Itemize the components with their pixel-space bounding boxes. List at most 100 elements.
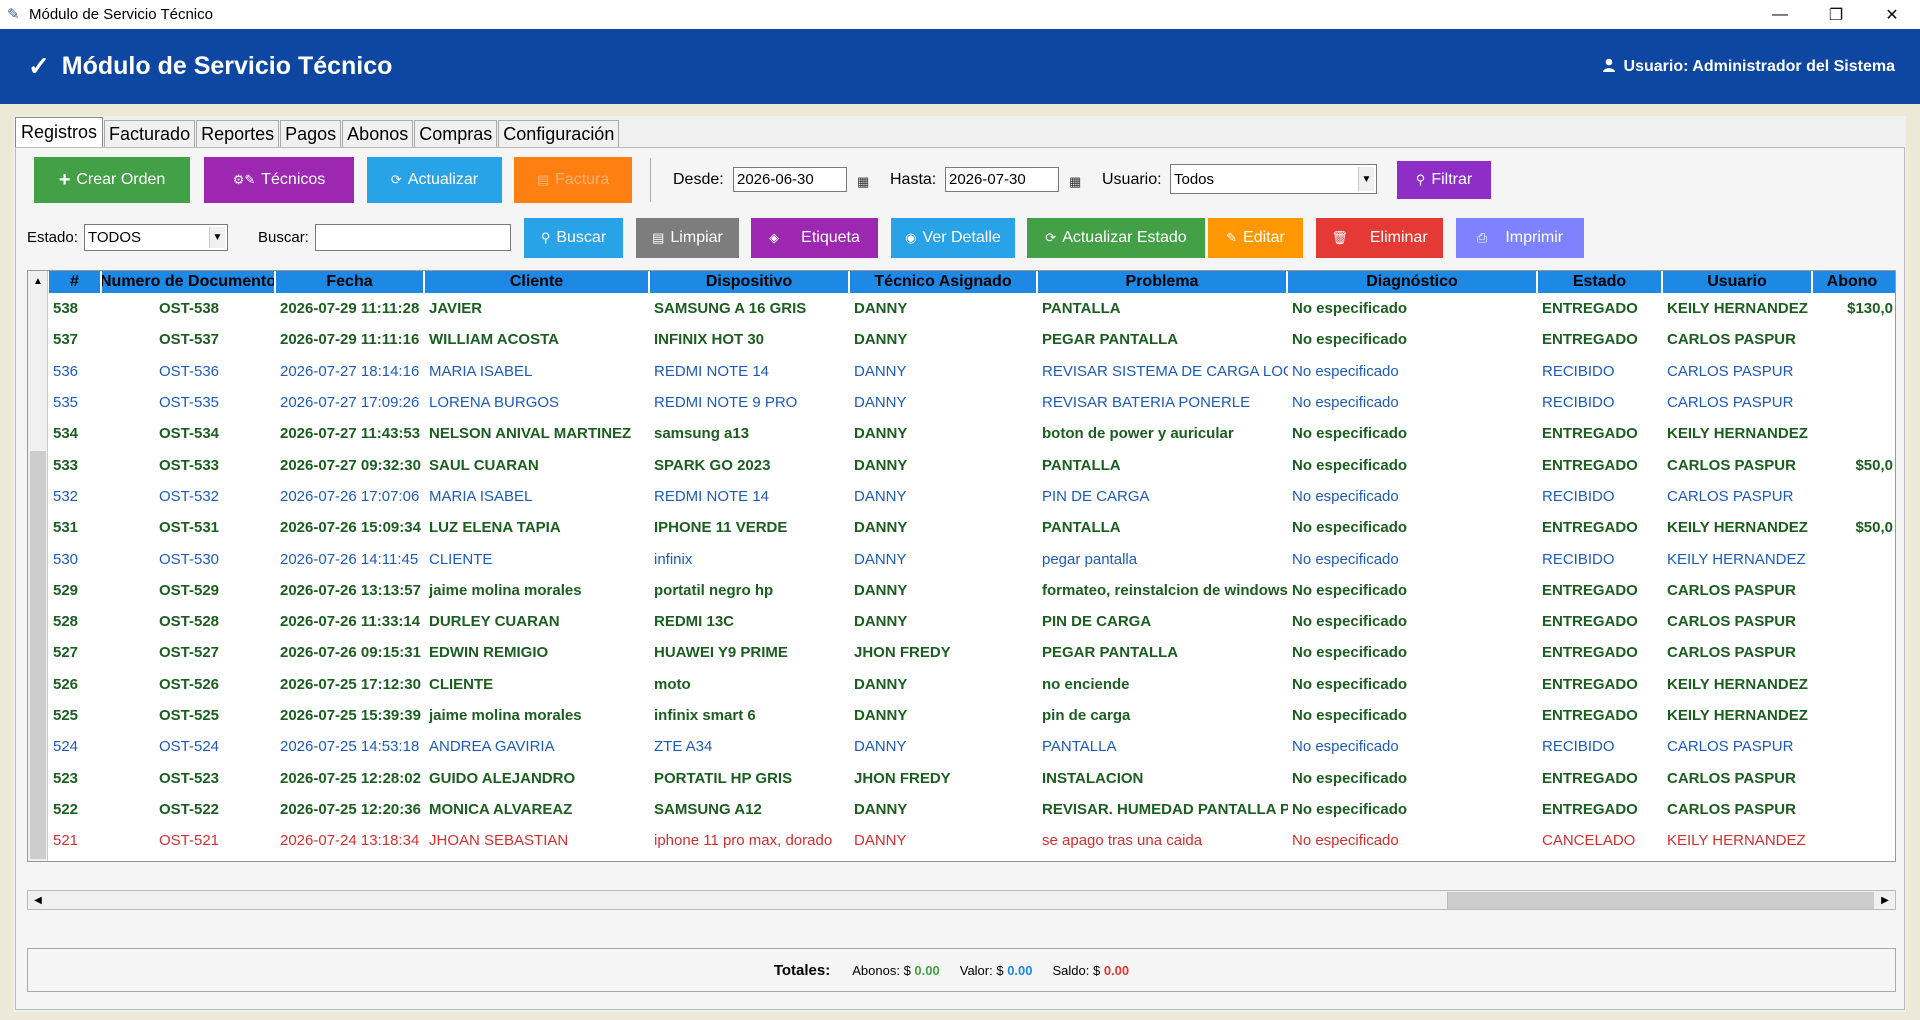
table-row[interactable]: 529 OST-529 2026-07-26 13:13:57 jaime molin…: [49, 575, 1895, 606]
minimize-button[interactable]: —: [1752, 0, 1808, 29]
col-diagnostico-cell: No especificado: [1292, 362, 1399, 380]
calendar-icon[interactable]: ▦: [1069, 174, 1081, 190]
col-diagnostico-cell: No especificado: [1292, 769, 1408, 787]
tab-compras[interactable]: Compras: [414, 120, 498, 147]
col-documento-cell: OST-521: [158, 832, 220, 850]
table-row[interactable]: 525 OST-525 2026-07-25 15:39:39 jaime molin…: [49, 700, 1895, 731]
tab-abonos[interactable]: Abonos: [342, 120, 414, 147]
tab-configuracion[interactable]: Configuración: [498, 120, 620, 147]
col-problema-cell: PEGAR PANTALLA: [1042, 644, 1179, 662]
table-row[interactable]: 524 OST-524 2026-07-25 14:53:18 ANDREA GAVI…: [49, 731, 1895, 762]
chevron-down-icon[interactable]: ▼: [1358, 167, 1374, 191]
col-fecha-header[interactable]: Fecha: [276, 271, 425, 293]
table-row[interactable]: 528 OST-528 2026-07-26 11:33:14 DURLEY CUAR…: [49, 606, 1895, 637]
hasta-date-input[interactable]: 2026-07-30: [945, 167, 1059, 192]
col-diagnostico-header[interactable]: Diagnóstico: [1288, 271, 1538, 293]
usuario-label: Usuario:: [1102, 171, 1162, 188]
etiqueta-button[interactable]: ◈ Etiqueta: [751, 218, 878, 258]
col-number-header[interactable]: #: [49, 271, 102, 293]
limpiar-button[interactable]: ▤ Limpiar: [636, 218, 739, 258]
col-cliente-header[interactable]: Cliente: [425, 271, 650, 293]
plus-icon: +: [58, 168, 71, 191]
table-row[interactable]: 538 OST-538 2026-07-29 11:11:28 JAVIER SAMSU…: [49, 293, 1895, 324]
horizontal-scroll-track[interactable]: [48, 892, 1448, 909]
window-title: Módulo de Servicio Técnico: [29, 6, 213, 23]
usuario-select[interactable]: Todos ▼: [1170, 164, 1377, 194]
col-dispositivo-cell: portatil negro hp: [654, 581, 774, 599]
desde-date-input[interactable]: 2026-06-30: [733, 167, 847, 192]
filtrar-button[interactable]: ⚲ Filtrar: [1397, 161, 1491, 199]
vertical-scroll-thumb[interactable]: [30, 451, 46, 859]
col-diagnostico-cell: No especificado: [1292, 487, 1399, 505]
scroll-left-icon[interactable]: ◀: [28, 891, 48, 909]
col-fecha-cell: 2026-07-24 13:18:34: [280, 832, 420, 850]
col-dispositivo-header[interactable]: Dispositivo: [650, 271, 850, 293]
col-fecha-cell: 2026-07-27 18:14:16: [280, 362, 420, 380]
horizontal-scroll-thumb[interactable]: [1448, 892, 1874, 909]
table-row[interactable]: 527 OST-527 2026-07-26 09:15:31 EDWIN REMIG…: [49, 637, 1895, 668]
tab-facturado[interactable]: Facturado: [104, 120, 196, 147]
col-abono-header[interactable]: Abono: [1813, 271, 1895, 293]
table-row[interactable]: 530 OST-530 2026-07-26 14:11:45 CLIENTE infi…: [49, 543, 1895, 574]
tab-registros[interactable]: Registros: [15, 117, 104, 147]
col-diagnostico-cell: No especificado: [1292, 425, 1408, 443]
buscar-label-text: Buscar: [556, 229, 607, 246]
col-documento-cell: OST-532: [158, 487, 220, 505]
ver-detalle-button[interactable]: ◉ Ver Detalle: [891, 218, 1015, 258]
col-fecha-cell: 2026-07-25 14:53:18: [280, 738, 420, 756]
search-input[interactable]: [315, 224, 511, 251]
col-documento-header[interactable]: Numero de Documento: [102, 271, 276, 293]
tab-reportes[interactable]: Reportes: [196, 120, 280, 147]
table-row[interactable]: 532 OST-532 2026-07-26 17:07:06 MARIA ISABE…: [49, 481, 1895, 512]
saldo-value: 0.00: [1103, 962, 1130, 978]
chevron-down-icon[interactable]: ▼: [209, 227, 225, 248]
col-number-cell: 529: [53, 581, 79, 599]
col-usuario-cell: KEILY HERNANDEZ: [1667, 425, 1808, 443]
tab-pagos[interactable]: Pagos: [280, 120, 342, 147]
col-estado-header[interactable]: Estado: [1538, 271, 1663, 293]
table-row[interactable]: 523 OST-523 2026-07-25 12:28:02 GUIDO ALEJA…: [49, 762, 1895, 793]
col-usuario-cell: CARLOS PASPUR: [1667, 362, 1794, 380]
crear-orden-button[interactable]: + Crear Orden: [34, 157, 190, 203]
actualizar-button[interactable]: ⟳ Actualizar: [367, 157, 502, 203]
eliminar-button[interactable]: 🗑 Eliminar: [1316, 218, 1443, 258]
vertical-scrollbar[interactable]: ▲: [28, 271, 48, 861]
abonos-label: Abonos: $: [852, 962, 911, 978]
col-usuario-cell: CARLOS PASPUR: [1667, 487, 1794, 505]
col-cliente-cell: CLIENTE: [429, 550, 493, 568]
actualizar-estado-button[interactable]: ⟳ Actualizar Estado: [1027, 218, 1205, 258]
close-button[interactable]: ✕: [1864, 0, 1920, 29]
horizontal-scrollbar[interactable]: ◀ ▶: [27, 890, 1896, 910]
scroll-right-icon[interactable]: ▶: [1875, 891, 1895, 909]
factura-button[interactable]: ▤ Factura: [514, 157, 632, 203]
restore-button[interactable]: ❐: [1808, 0, 1864, 29]
scroll-up-icon[interactable]: ▲: [28, 271, 48, 291]
col-usuario-header[interactable]: Usuario: [1663, 271, 1813, 293]
col-number-cell: 530: [53, 550, 79, 568]
table-row[interactable]: 533 OST-533 2026-07-27 09:32:30 SAUL CUARAN…: [49, 449, 1895, 480]
col-usuario-cell: CARLOS PASPUR: [1667, 613, 1796, 631]
calendar-icon[interactable]: ▦: [857, 174, 869, 190]
col-problema-header[interactable]: Problema: [1038, 271, 1288, 293]
col-tecnico-cell: DANNY: [854, 738, 907, 756]
col-tecnico-cell: JHON FREDY: [854, 769, 951, 787]
estado-select[interactable]: TODOS ▼: [84, 224, 228, 251]
col-problema-cell: PIN DE CARGA: [1042, 613, 1152, 631]
col-cliente-cell: CLIENTE: [429, 675, 494, 693]
buscar-button[interactable]: ⚲ Buscar: [524, 218, 623, 258]
estado-select-value: TODOS: [88, 229, 142, 246]
table-row[interactable]: 537 OST-537 2026-07-29 11:11:16 WILLIAM ACO…: [49, 324, 1895, 355]
table-row[interactable]: 534 OST-534 2026-07-27 11:43:53 NELSON ANIV…: [49, 418, 1895, 449]
col-number-cell: 533: [53, 456, 79, 474]
table-row[interactable]: 535 OST-535 2026-07-27 17:09:26 LORENA BURG…: [49, 387, 1895, 418]
editar-button[interactable]: ✎ Editar: [1208, 218, 1303, 258]
table-row[interactable]: 521 OST-521 2026-07-24 13:18:34 JHOAN SEBAS…: [49, 825, 1895, 856]
col-tecnico-header[interactable]: Técnico Asignado: [850, 271, 1038, 293]
table-row[interactable]: 526 OST-526 2026-07-25 17:12:30 CLIENTE moto…: [49, 669, 1895, 700]
table-row[interactable]: 531 OST-531 2026-07-26 15:09:34 LUZ ELENA T…: [49, 512, 1895, 543]
table-row[interactable]: 522 OST-522 2026-07-25 12:20:36 MONICA ALVA…: [49, 794, 1895, 825]
table-row[interactable]: 536 OST-536 2026-07-27 18:14:16 MARIA ISABE…: [49, 356, 1895, 387]
tecnicos-button[interactable]: ⚙✎ Técnicos: [204, 157, 354, 203]
imprimir-button[interactable]: ⎙ Imprimir: [1456, 218, 1584, 258]
col-tecnico-cell: DANNY: [854, 487, 907, 505]
